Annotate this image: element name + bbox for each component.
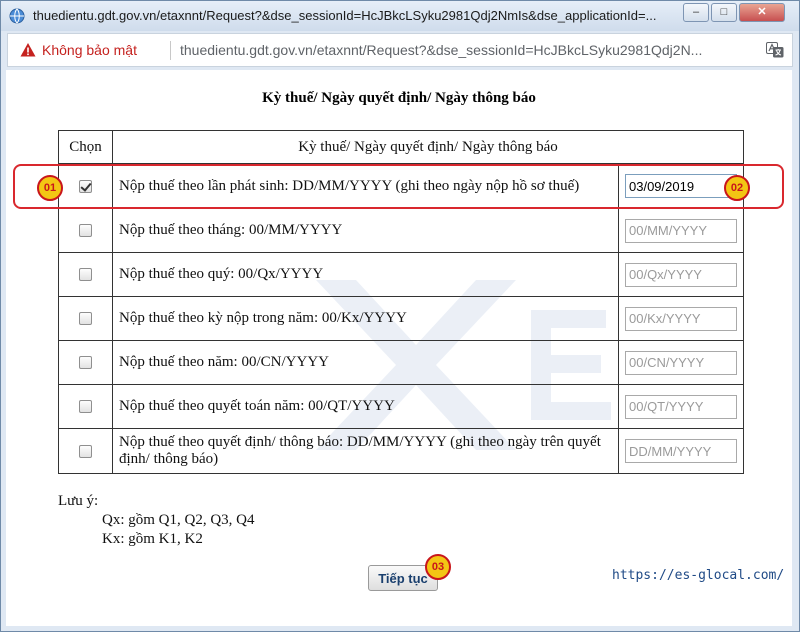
page-content: Kỳ thuế/ Ngày quyết định/ Ngày thông báo…	[6, 70, 792, 626]
annotation-highlight-box	[13, 164, 784, 209]
close-button[interactable]: ✕	[739, 3, 785, 22]
period-date-input[interactable]	[625, 262, 737, 287]
step-badge: 03	[425, 554, 451, 580]
site-link[interactable]: https://es-glocal.com/	[612, 568, 784, 583]
row-checkbox[interactable]	[79, 400, 92, 414]
period-date-input[interactable]	[625, 306, 737, 331]
address-separator	[170, 41, 171, 60]
table-row: Nộp thuế theo tháng: 00/MM/YYYY	[58, 208, 744, 253]
period-date-input[interactable]	[625, 350, 737, 375]
title-bar: thuedientu.gdt.gov.vn/etaxnnt/Request?&d…	[1, 1, 799, 31]
row-checkbox[interactable]	[79, 356, 92, 370]
step-badge: 01	[37, 175, 63, 201]
note-line: Qx: gồm Q1, Q2, Q3, Q4	[102, 512, 255, 528]
globe-icon	[9, 8, 25, 24]
table-row: Nộp thuế theo kỳ nộp trong năm: 00/Kx/YY…	[58, 296, 744, 341]
note-title: Lưu ý:	[58, 493, 99, 509]
row-label: Nộp thuế theo năm: 00/CN/YYYY	[112, 340, 619, 385]
warning-icon[interactable]	[20, 42, 36, 58]
scrollbar[interactable]	[793, 71, 799, 627]
row-label: Nộp thuế theo quyết toán năm: 00/QT/YYYY	[112, 384, 619, 429]
period-date-input[interactable]	[625, 394, 737, 419]
page-title: Kỳ thuế/ Ngày quyết định/ Ngày thông báo	[262, 90, 536, 106]
period-date-input[interactable]	[625, 218, 737, 243]
url-text[interactable]: thuedientu.gdt.gov.vn/etaxnnt/Request?&d…	[180, 42, 758, 58]
table-row: Nộp thuế theo quyết toán năm: 00/QT/YYYY	[58, 384, 744, 429]
address-bar[interactable]: Không bảo mật thuedientu.gdt.gov.vn/etax…	[7, 33, 793, 67]
row-label: Nộp thuế theo quý: 00/Qx/YYYY	[112, 252, 619, 297]
step-badge: 02	[724, 175, 750, 201]
row-checkbox[interactable]	[79, 444, 92, 458]
row-checkbox[interactable]	[79, 312, 92, 326]
table-header-row: Chọn Kỳ thuế/ Ngày quyết định/ Ngày thôn…	[58, 130, 744, 164]
table-row: Nộp thuế theo quyết định/ thông báo: DD/…	[58, 428, 744, 474]
translate-icon[interactable]	[766, 42, 784, 58]
header-select: Chọn	[58, 130, 113, 164]
note-line: Kx: gồm K1, K2	[102, 531, 203, 547]
window-title: thuedientu.gdt.gov.vn/etaxnnt/Request?&d…	[33, 8, 657, 23]
header-period: Kỳ thuế/ Ngày quyết định/ Ngày thông báo	[112, 130, 744, 164]
note-block: Lưu ý: Qx: gồm Q1, Q2, Q3, Q4 Kx: gồm K1…	[58, 492, 255, 549]
row-label: Nộp thuế theo tháng: 00/MM/YYYY	[112, 208, 619, 253]
table-row: Nộp thuế theo năm: 00/CN/YYYY	[58, 340, 744, 385]
row-checkbox[interactable]	[79, 268, 92, 282]
row-label: Nộp thuế theo quyết định/ thông báo: DD/…	[112, 428, 619, 474]
table-row: Nộp thuế theo quý: 00/Qx/YYYY	[58, 252, 744, 297]
row-checkbox[interactable]	[79, 224, 92, 238]
maximize-button[interactable]: □	[711, 3, 737, 22]
minimize-button[interactable]: –	[683, 3, 709, 22]
row-label: Nộp thuế theo kỳ nộp trong năm: 00/Kx/YY…	[112, 296, 619, 341]
security-status[interactable]: Không bảo mật	[42, 42, 137, 58]
period-date-input[interactable]	[625, 439, 737, 463]
